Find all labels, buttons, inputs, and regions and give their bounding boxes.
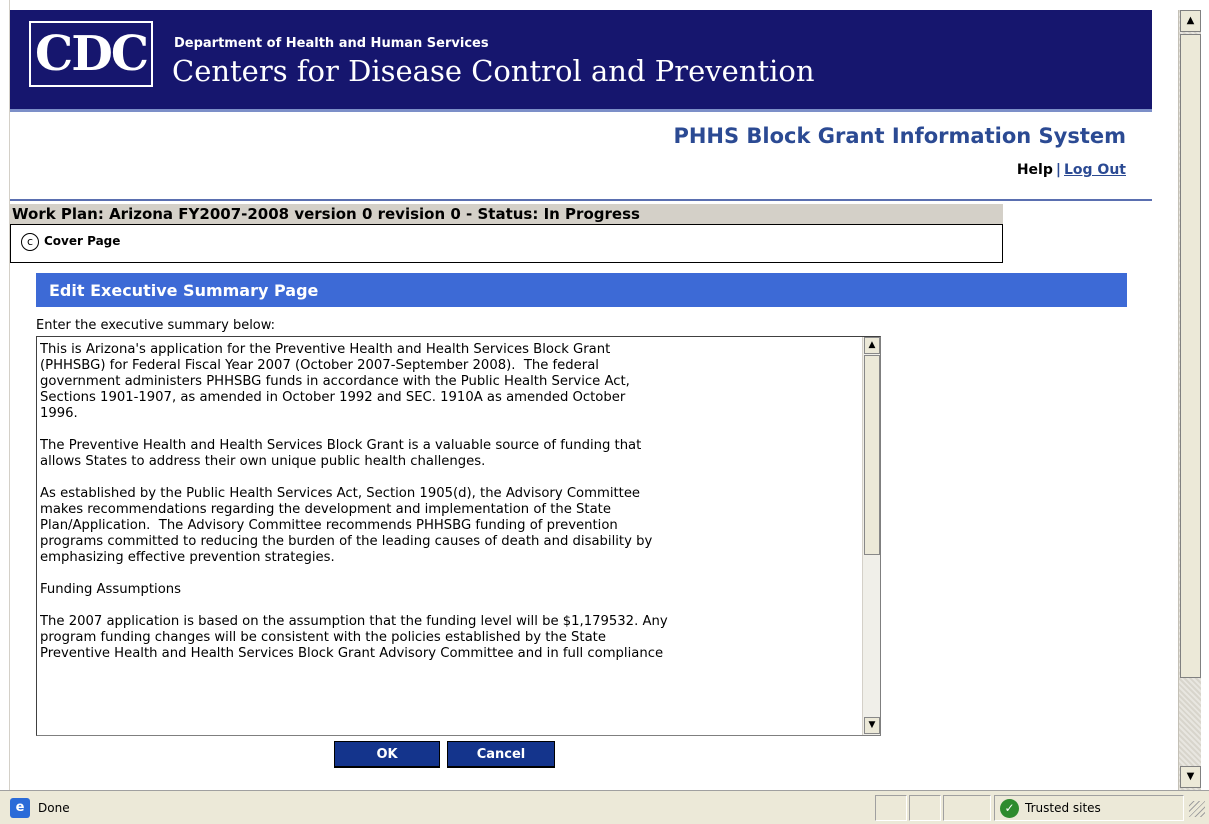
banner-bottom-stripe bbox=[10, 109, 1152, 112]
status-panel bbox=[875, 795, 907, 821]
textarea-scroll-thumb[interactable] bbox=[864, 355, 880, 555]
top-links: Help | Log Out bbox=[1017, 162, 1126, 178]
cdc-header-banner: CDC Department of Health and Human Servi… bbox=[10, 10, 1152, 112]
security-zone[interactable]: ✓ Trusted sites bbox=[994, 795, 1184, 821]
department-name: Department of Health and Human Services bbox=[174, 36, 489, 51]
executive-summary-text[interactable]: This is Arizona's application for the Pr… bbox=[40, 342, 860, 732]
workplan-title-bar: Work Plan: Arizona FY2007-2008 version 0… bbox=[10, 204, 1003, 224]
summary-prompt: Enter the executive summary below: bbox=[36, 318, 276, 333]
ok-button[interactable]: OK bbox=[334, 741, 440, 768]
page-scrollbar[interactable]: ▲ ▼ bbox=[1178, 10, 1201, 790]
check-icon: ✓ bbox=[1000, 799, 1019, 818]
browser-window: CDC Department of Health and Human Servi… bbox=[0, 0, 1209, 824]
cover-page-box: c Cover Page bbox=[10, 224, 1003, 263]
security-zone-label: Trusted sites bbox=[1025, 801, 1101, 815]
cancel-button[interactable]: Cancel bbox=[447, 741, 555, 768]
status-panel bbox=[943, 795, 991, 821]
page-scroll-thumb[interactable] bbox=[1180, 34, 1201, 678]
scroll-down-arrow-icon[interactable]: ▼ bbox=[864, 717, 880, 734]
cdc-logo: CDC bbox=[29, 21, 153, 87]
system-title: PHHS Block Grant Information System bbox=[673, 124, 1126, 148]
status-panel bbox=[909, 795, 941, 821]
header-divider bbox=[10, 199, 1152, 201]
resize-grip-icon[interactable] bbox=[1189, 801, 1205, 817]
cover-page-link[interactable]: Cover Page bbox=[44, 234, 120, 248]
status-text: Done bbox=[38, 801, 70, 815]
help-link[interactable]: Help bbox=[1017, 162, 1053, 178]
link-separator: | bbox=[1055, 162, 1061, 178]
logout-link[interactable]: Log Out bbox=[1064, 162, 1126, 178]
copyright-c-icon[interactable]: c bbox=[21, 233, 39, 251]
organization-name: Centers for Disease Control and Preventi… bbox=[172, 54, 815, 88]
ie-page-icon: e bbox=[10, 798, 30, 818]
executive-summary-textarea[interactable]: This is Arizona's application for the Pr… bbox=[36, 336, 881, 736]
textarea-scrollbar[interactable]: ▲ ▼ bbox=[862, 337, 880, 735]
page-scroll-up-arrow-icon[interactable]: ▲ bbox=[1180, 10, 1201, 32]
window-left-edge bbox=[0, 0, 10, 790]
section-header: Edit Executive Summary Page bbox=[36, 273, 1127, 307]
status-bar: e Done ✓ Trusted sites bbox=[0, 790, 1209, 824]
page-scroll-down-arrow-icon[interactable]: ▼ bbox=[1180, 766, 1201, 788]
scroll-up-arrow-icon[interactable]: ▲ bbox=[864, 337, 880, 354]
